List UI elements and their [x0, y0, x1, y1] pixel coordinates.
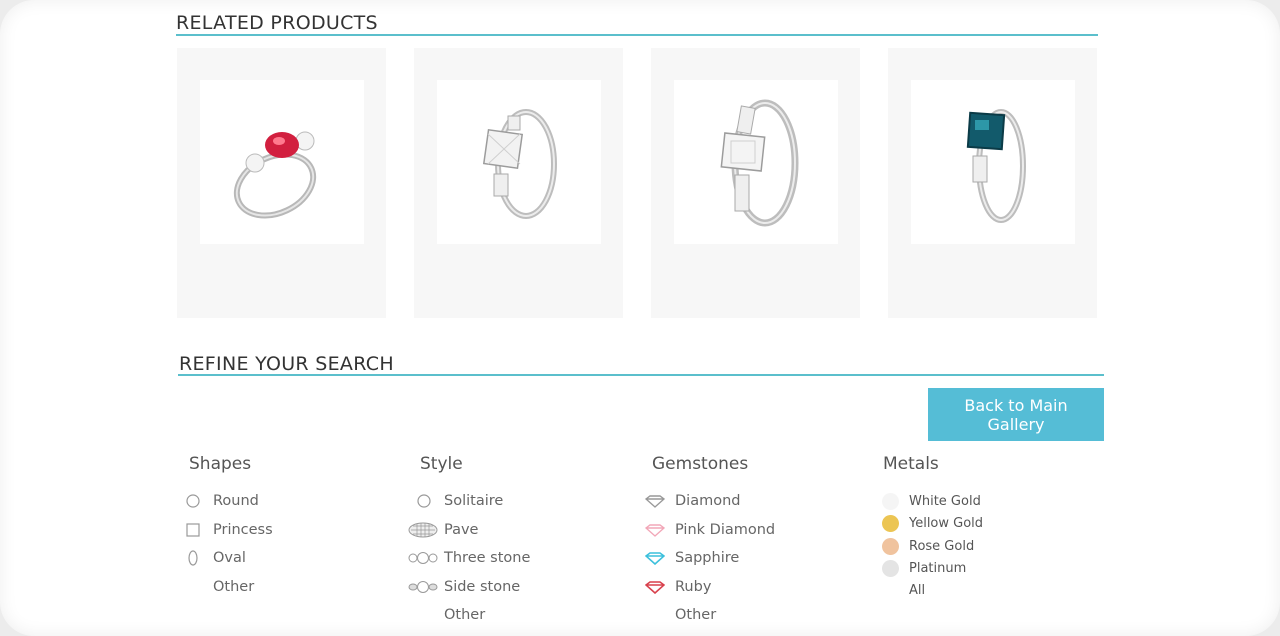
white-gold-swatch-icon [882, 493, 899, 510]
gem-icon [645, 552, 665, 565]
shape-option-round[interactable]: Round [186, 491, 306, 511]
back-to-main-gallery-button[interactable]: Back to Main Gallery [928, 388, 1104, 441]
yellow-gold-swatch-icon [882, 515, 899, 532]
shape-option-princess[interactable]: Princess [186, 520, 306, 540]
ruby-ring-icon [233, 131, 317, 219]
refine-search-rule [178, 374, 1104, 376]
metal-option-label: Rose Gold [909, 539, 975, 554]
style-option-three-stone[interactable]: Three stone [408, 548, 548, 568]
product-image[interactable] [674, 80, 838, 244]
metal-option-white-gold[interactable]: White Gold [882, 493, 1012, 511]
style-option-solitaire[interactable]: Solitaire [408, 491, 548, 511]
oval-outline-icon [188, 550, 198, 566]
platinum-swatch-icon [882, 560, 899, 577]
style-option-label: Pave [444, 522, 479, 538]
gemstone-option-pink-diamond[interactable]: Pink Diamond [645, 520, 795, 540]
gemstone-option-sapphire[interactable]: Sapphire [645, 548, 795, 568]
product-image[interactable] [200, 80, 364, 244]
product-image[interactable] [911, 80, 1075, 244]
shape-option-oval[interactable]: Oval [186, 548, 306, 568]
related-products-title: RELATED PRODUCTS [176, 12, 378, 34]
style-option-label: Side stone [444, 579, 521, 595]
product-card[interactable] [177, 48, 386, 318]
princess-ring-icon [482, 109, 557, 219]
gem-icon [645, 581, 665, 594]
page-frame: RELATED PRODUCTS REFINE YOUR SEARCH Back… [0, 0, 1280, 636]
shapes-heading: Shapes [189, 454, 252, 474]
gemstone-option-label: Sapphire [675, 550, 740, 566]
metal-option-yellow-gold[interactable]: Yellow Gold [882, 515, 1012, 533]
three-stone-icon [408, 552, 438, 564]
circle-outline-icon [186, 494, 200, 508]
style-option-pave[interactable]: Pave [408, 520, 548, 540]
metals-heading: Metals [883, 454, 939, 474]
related-products-rule [176, 34, 1098, 36]
emerald-ring-icon [720, 99, 799, 227]
product-image[interactable] [437, 80, 601, 244]
gemstone-option-label: Pink Diamond [675, 522, 776, 538]
gemstone-option-label: Ruby [675, 579, 712, 595]
gemstones-heading: Gemstones [652, 454, 749, 474]
gem-icon [645, 495, 665, 508]
gem-icon [645, 524, 665, 537]
shape-option-label: Other [213, 579, 255, 595]
gemstone-option-diamond[interactable]: Diamond [645, 491, 795, 511]
metal-option-label: Platinum [909, 561, 967, 576]
style-option-label: Solitaire [444, 493, 504, 509]
refine-search-title: REFINE YOUR SEARCH [179, 353, 394, 375]
shape-option-label: Princess [213, 522, 273, 538]
metal-option-all[interactable]: All [882, 582, 1012, 600]
metal-option-label: All [909, 583, 926, 598]
metal-option-platinum[interactable]: Platinum [882, 560, 1012, 578]
metal-option-rose-gold[interactable]: Rose Gold [882, 538, 1012, 556]
style-option-label: Three stone [444, 550, 531, 566]
style-option-label: Other [444, 607, 486, 623]
side-stone-icon [408, 581, 438, 593]
gemstone-option-ruby[interactable]: Ruby [645, 577, 795, 597]
metal-option-label: Yellow Gold [909, 516, 984, 531]
metal-option-label: White Gold [909, 494, 981, 509]
rose-gold-swatch-icon [882, 538, 899, 555]
style-option-side-stone[interactable]: Side stone [408, 577, 548, 597]
gemstone-option-other[interactable]: Other [645, 605, 795, 625]
pave-icon [408, 522, 438, 538]
product-card[interactable] [414, 48, 623, 318]
gemstone-option-label: Diamond [675, 493, 741, 509]
style-heading: Style [420, 454, 463, 474]
gemstone-option-label: Other [675, 607, 717, 623]
teal-ring-icon [966, 109, 1026, 223]
solitaire-icon [417, 494, 431, 508]
product-card[interactable] [651, 48, 860, 318]
product-card[interactable] [888, 48, 1097, 318]
style-option-other[interactable]: Other [408, 605, 548, 625]
shape-option-label: Round [213, 493, 259, 509]
shape-option-label: Oval [213, 550, 246, 566]
square-outline-icon [186, 523, 200, 537]
shape-option-other[interactable]: Other [186, 577, 306, 597]
